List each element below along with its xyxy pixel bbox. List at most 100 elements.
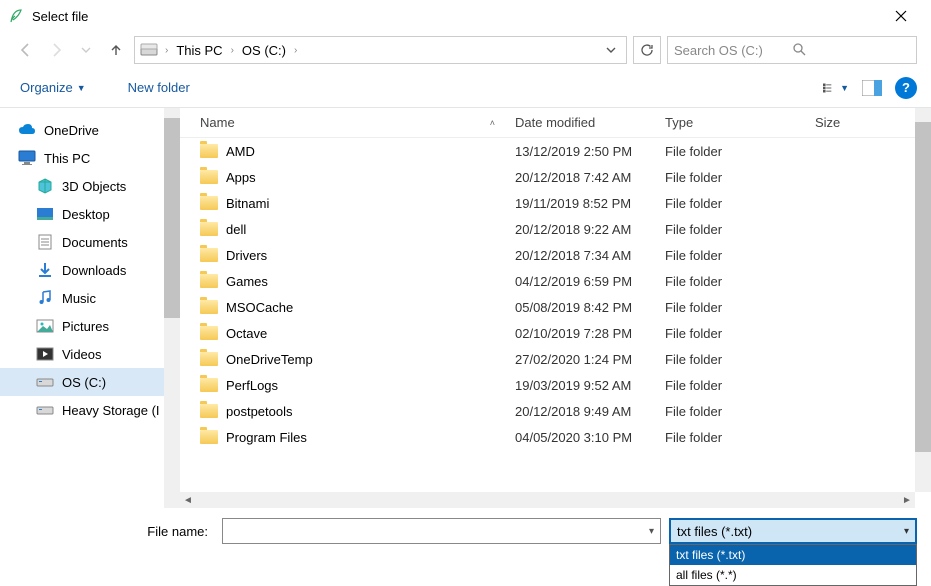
view-button[interactable]: ▼ [823, 76, 849, 100]
drive-icon [36, 401, 54, 419]
chevron-right-icon: › [161, 45, 172, 56]
table-row[interactable]: dell20/12/2018 9:22 AMFile folder [180, 216, 915, 242]
recent-dropdown[interactable] [74, 38, 98, 62]
3d-icon [36, 177, 54, 195]
sidebar-item[interactable]: Downloads [0, 256, 180, 284]
search-input[interactable]: Search OS (C:) [667, 36, 917, 64]
table-row[interactable]: Bitnami19/11/2019 8:52 PMFile folder [180, 190, 915, 216]
breadcrumb[interactable]: › This PC › OS (C:) › [134, 36, 627, 64]
folder-icon [200, 326, 218, 340]
back-button[interactable] [14, 38, 38, 62]
forward-button[interactable] [44, 38, 68, 62]
horizontal-scrollbar[interactable]: ◄ ► [180, 492, 915, 508]
sidebar: OneDriveThis PC 3D Objects Desktop Document… [0, 108, 180, 508]
caret-down-icon: ▼ [77, 83, 86, 93]
sidebar-item[interactable]: OneDrive [0, 116, 180, 144]
file-date: 05/08/2019 8:42 PM [505, 300, 655, 315]
column-size[interactable]: Size [805, 115, 915, 130]
download-icon [36, 261, 54, 279]
sidebar-item[interactable]: Pictures [0, 312, 180, 340]
sidebar-item-label: 3D Objects [62, 179, 126, 194]
toolbar: Organize ▼ New folder ▼ ? [0, 68, 931, 108]
organize-button[interactable]: Organize ▼ [14, 76, 92, 99]
folder-icon [200, 222, 218, 236]
file-type-filter[interactable]: txt files (*.txt) ▾ txt files (*.txt) al… [669, 518, 917, 544]
sidebar-item-label: Desktop [62, 207, 110, 222]
table-row[interactable]: Program Files04/05/2020 3:10 PMFile fold… [180, 424, 915, 450]
sidebar-item[interactable]: OS (C:) [0, 368, 180, 396]
sidebar-scrollbar[interactable] [164, 108, 180, 508]
vertical-scroll-thumb[interactable] [915, 122, 931, 452]
refresh-button[interactable] [633, 36, 661, 64]
sidebar-item[interactable]: Music [0, 284, 180, 312]
sidebar-item[interactable]: Desktop [0, 200, 180, 228]
help-button[interactable]: ? [895, 77, 917, 99]
file-name: OneDriveTemp [226, 352, 313, 367]
file-name: Apps [226, 170, 256, 185]
body: OneDriveThis PC 3D Objects Desktop Document… [0, 108, 931, 508]
filename-input[interactable]: ▾ [222, 518, 661, 544]
nav-bar: › This PC › OS (C:) › Search OS (C:) [0, 32, 931, 68]
search-icon [792, 42, 910, 59]
folder-icon [200, 378, 218, 392]
table-row[interactable]: Octave02/10/2019 7:28 PMFile folder [180, 320, 915, 346]
pic-icon [36, 317, 54, 335]
file-type: File folder [655, 248, 805, 263]
sidebar-item-label: Videos [62, 347, 102, 362]
folder-icon [200, 144, 218, 158]
table-row[interactable]: Drivers20/12/2018 7:34 AMFile folder [180, 242, 915, 268]
filter-option[interactable]: txt files (*.txt) [670, 545, 916, 565]
sidebar-item-label: Music [62, 291, 96, 306]
sidebar-item[interactable]: Documents [0, 228, 180, 256]
sidebar-item[interactable]: Heavy Storage (I [0, 396, 180, 424]
column-date[interactable]: Date modified [505, 115, 655, 130]
column-type[interactable]: Type [655, 115, 805, 130]
file-type: File folder [655, 144, 805, 159]
folder-icon [200, 404, 218, 418]
sidebar-item-label: Documents [62, 235, 128, 250]
sidebar-item[interactable]: 3D Objects [0, 172, 180, 200]
file-type: File folder [655, 326, 805, 341]
breadcrumb-dropdown[interactable] [600, 43, 622, 58]
file-date: 04/05/2020 3:10 PM [505, 430, 655, 445]
file-date: 02/10/2019 7:28 PM [505, 326, 655, 341]
table-row[interactable]: MSOCache05/08/2019 8:42 PMFile folder [180, 294, 915, 320]
file-type: File folder [655, 430, 805, 445]
sidebar-item[interactable]: Videos [0, 340, 180, 368]
sidebar-item-label: OS (C:) [62, 375, 106, 390]
filter-option[interactable]: all files (*.*) [670, 565, 916, 585]
column-headers: Name˄ Date modified Type Size [180, 108, 931, 138]
breadcrumb-item[interactable]: This PC [174, 43, 224, 58]
chevron-down-icon[interactable]: ▾ [649, 526, 654, 537]
file-date: 19/03/2019 9:52 AM [505, 378, 655, 393]
doc-icon [36, 233, 54, 251]
app-icon [8, 8, 24, 24]
up-button[interactable] [104, 38, 128, 62]
drive-icon [139, 40, 159, 60]
preview-pane-button[interactable] [859, 76, 885, 100]
file-name: postpetools [226, 404, 293, 419]
vertical-scrollbar[interactable] [915, 108, 931, 492]
file-name: Bitnami [226, 196, 269, 211]
file-type: File folder [655, 170, 805, 185]
table-row[interactable]: Games04/12/2019 6:59 PMFile folder [180, 268, 915, 294]
table-row[interactable]: postpetools20/12/2018 9:49 AMFile folder [180, 398, 915, 424]
sidebar-scroll-thumb[interactable] [164, 118, 180, 318]
cloud-icon [18, 121, 36, 139]
sidebar-item-label: Pictures [62, 319, 109, 334]
scroll-left-icon[interactable]: ◄ [180, 492, 196, 508]
table-row[interactable]: PerfLogs19/03/2019 9:52 AMFile folder [180, 372, 915, 398]
table-row[interactable]: Apps20/12/2018 7:42 AMFile folder [180, 164, 915, 190]
video-icon [36, 345, 54, 363]
sidebar-item[interactable]: This PC [0, 144, 180, 172]
new-folder-button[interactable]: New folder [122, 76, 196, 99]
sidebar-item-label: Heavy Storage (I [62, 403, 160, 418]
scroll-right-icon[interactable]: ► [899, 492, 915, 508]
chevron-down-icon: ▾ [904, 526, 909, 537]
table-row[interactable]: OneDriveTemp27/02/2020 1:24 PMFile folde… [180, 346, 915, 372]
close-button[interactable] [878, 0, 923, 32]
breadcrumb-item[interactable]: OS (C:) [240, 43, 288, 58]
column-name[interactable]: Name˄ [180, 115, 505, 130]
table-row[interactable]: AMD13/12/2019 2:50 PMFile folder [180, 138, 915, 164]
file-name: Drivers [226, 248, 267, 263]
